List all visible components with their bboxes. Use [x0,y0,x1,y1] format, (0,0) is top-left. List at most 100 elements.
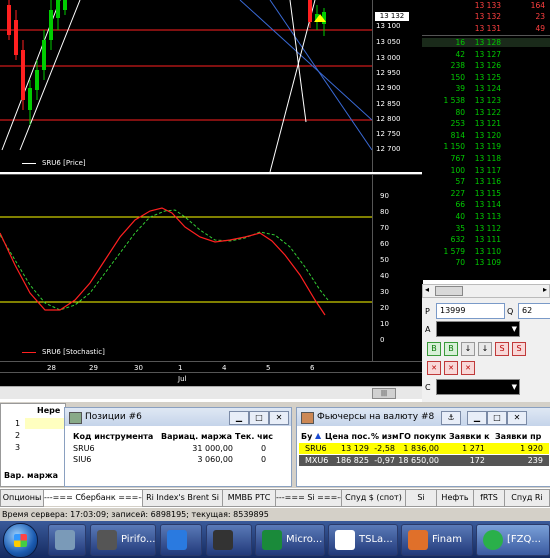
taskbar-teamviewer[interactable] [160,524,202,556]
left-table-row[interactable]: 2 [15,431,20,440]
dom-buy-row[interactable]: 57 13 116 [422,177,550,186]
taskbar-tslab[interactable]: TSLa... [328,524,398,556]
table-cell[interactable]: 3 060,00 [175,455,233,464]
down-arrow-alt-button[interactable]: ↓ [478,342,492,356]
tab-options[interactable]: Опционы [0,489,44,507]
table-cell[interactable]: 1 271 [447,444,485,453]
dom-buy-row[interactable]: 42 13 127 [422,50,550,59]
table-cell[interactable]: SRU6 [73,444,95,453]
tab-ri-brent-si[interactable]: Ri Index's Brent Si [142,489,223,507]
dom-buy-row[interactable]: 227 13 115 [422,189,550,198]
taskbar-save[interactable] [206,524,252,556]
dom-buy-row[interactable]: 632 13 111 [422,235,550,244]
dom-buy-row[interactable]: 16 13 128 [422,38,550,47]
dom-buy-row[interactable]: 1 579 13 110 [422,247,550,256]
dom-buy-row[interactable]: 80 13 122 [422,108,550,117]
table-cell[interactable]: SRU6 [305,444,327,453]
table-cell[interactable]: 1 920 [503,444,543,453]
table-cell[interactable]: 18 650,00 [397,456,439,465]
tab-frts[interactable]: fRTS [473,489,505,507]
scroll-left-icon[interactable]: ◂ [425,285,429,294]
dom-buy-row[interactable]: 1 150 13 119 [422,142,550,151]
table-cell[interactable]: 186 825 [335,456,369,465]
table-cell[interactable]: 31 000,00 [175,444,233,453]
chart-scrollbar[interactable]: ||| [0,386,422,399]
taskbar-explorer[interactable] [48,524,86,556]
buy-button[interactable]: B [427,342,441,356]
table-cell[interactable]: SIU6 [73,455,91,464]
tab-si[interactable]: ---=== Si ===--- [275,489,342,507]
dom-buy-row[interactable]: 70 13 109 [422,258,550,267]
table-cell[interactable]: -0,97 [371,456,395,465]
left-table-row[interactable]: 3 [15,443,20,452]
account-select[interactable]: ▼ [436,321,520,337]
price-input[interactable]: 13999 [436,303,505,319]
dom-buy-row[interactable]: 253 13 121 [422,119,550,128]
table-cell[interactable]: 0 [261,444,266,453]
dom-buy-row[interactable]: 35 13 112 [422,224,550,233]
minimize-button[interactable]: ▁ [229,411,249,425]
start-button[interactable] [3,523,38,558]
taskbar-excel[interactable]: Micro... [255,524,325,556]
tab-spread-spot[interactable]: Спуд $ (спот) [341,489,406,507]
price-tick: 13 100 [376,22,401,30]
futures-window-titlebar[interactable]: Фьючерсы на валюту #8 ⚓ ▁ □ ✕ [297,408,550,426]
scroll-thumb[interactable]: ||| [372,388,396,399]
buy-market-button[interactable]: B [444,342,458,356]
dom-volume: 40 [455,212,465,221]
scroll-thumb[interactable] [435,286,463,296]
dom-sell-row[interactable]: 13 132 23 [422,12,550,21]
table-cell[interactable]: 0 [261,455,266,464]
left-table-row[interactable]: 1 [15,419,20,428]
futures-window[interactable]: Фьючерсы на валюту #8 ⚓ ▁ □ ✕ Бу ▲ Цена … [296,407,550,487]
positions-window-titlebar[interactable]: Позиции #6 ▁ □ ✕ [65,408,291,426]
tab-micex-rts[interactable]: ММВБ РТС [222,489,276,507]
stochastic-chart[interactable]: SRU6 [Stochastic] [0,174,372,361]
minimize-button[interactable]: ▁ [467,411,487,425]
dom-buy-row[interactable]: 767 13 118 [422,154,550,163]
table-cell[interactable]: -2,58 [371,444,395,453]
client-select[interactable]: ▼ [436,379,520,395]
scroll-right-icon[interactable]: ▸ [543,285,547,294]
taskbar-piriform[interactable]: Pirifo... [90,524,156,556]
dom-buy-row[interactable]: 1 538 13 123 [422,96,550,105]
maximize-button[interactable]: □ [487,411,507,425]
close-button[interactable]: ✕ [507,411,527,425]
dom-buy-row[interactable]: 100 13 117 [422,166,550,175]
down-arrow-button[interactable]: ↓ [461,342,475,356]
dom-buy-row[interactable]: 814 13 120 [422,131,550,140]
tab-oil[interactable]: Нефть [436,489,474,507]
pin-button[interactable]: ⚓ [441,411,461,425]
dom-buy-row[interactable]: 238 13 126 [422,61,550,70]
tab-spread-ri[interactable]: Спуд Ri [504,489,550,507]
cancel-buy-icon[interactable]: ✕ [444,361,458,375]
table-cell[interactable]: 13 129 [335,444,369,453]
taskbar-finam[interactable]: Finam [401,524,473,556]
sell-button[interactable]: S [495,342,509,356]
dom-buy-row[interactable]: 150 13 125 [422,73,550,82]
dom-buy-row[interactable]: 40 13 113 [422,212,550,221]
table-cell[interactable]: 239 [503,456,543,465]
taskbar-quik[interactable]: [FZQ... [476,524,550,556]
quantity-input[interactable]: 62 [518,303,550,319]
tab-si-short[interactable]: Si [405,489,437,507]
close-button[interactable]: ✕ [269,411,289,425]
sell-market-button[interactable]: S [512,342,526,356]
maximize-button[interactable]: □ [249,411,269,425]
cancel-sell-icon[interactable]: ✕ [461,361,475,375]
cancel-orders-icon[interactable]: ✕ [427,361,441,375]
price-chart[interactable]: SRU6 [Price] [0,0,372,172]
dom-sell-row[interactable]: 13 133 164 [422,1,550,10]
table-cell[interactable]: MXU6 [305,456,328,465]
dom-sell-row[interactable]: 13 131 49 [422,24,550,33]
order-book[interactable]: 13 133 164 13 132 23 13 131 49 16 13 128 42 13… [422,0,550,280]
table-cell[interactable]: 1 836,00 [397,444,439,453]
dom-buy-row[interactable]: 66 13 114 [422,200,550,209]
sort-up-icon[interactable]: ▲ [315,431,321,440]
dom-scrollbar[interactable]: ◂ ▸ [422,284,550,298]
positions-window[interactable]: Позиции #6 ▁ □ ✕ Код инструмента Вариац.… [64,407,292,487]
dom-price: 13 112 [474,223,501,233]
tab-sberbank[interactable]: ---=== Сбербанк ===--- [43,489,143,506]
table-cell[interactable]: 172 [447,456,485,465]
dom-buy-row[interactable]: 39 13 124 [422,84,550,93]
